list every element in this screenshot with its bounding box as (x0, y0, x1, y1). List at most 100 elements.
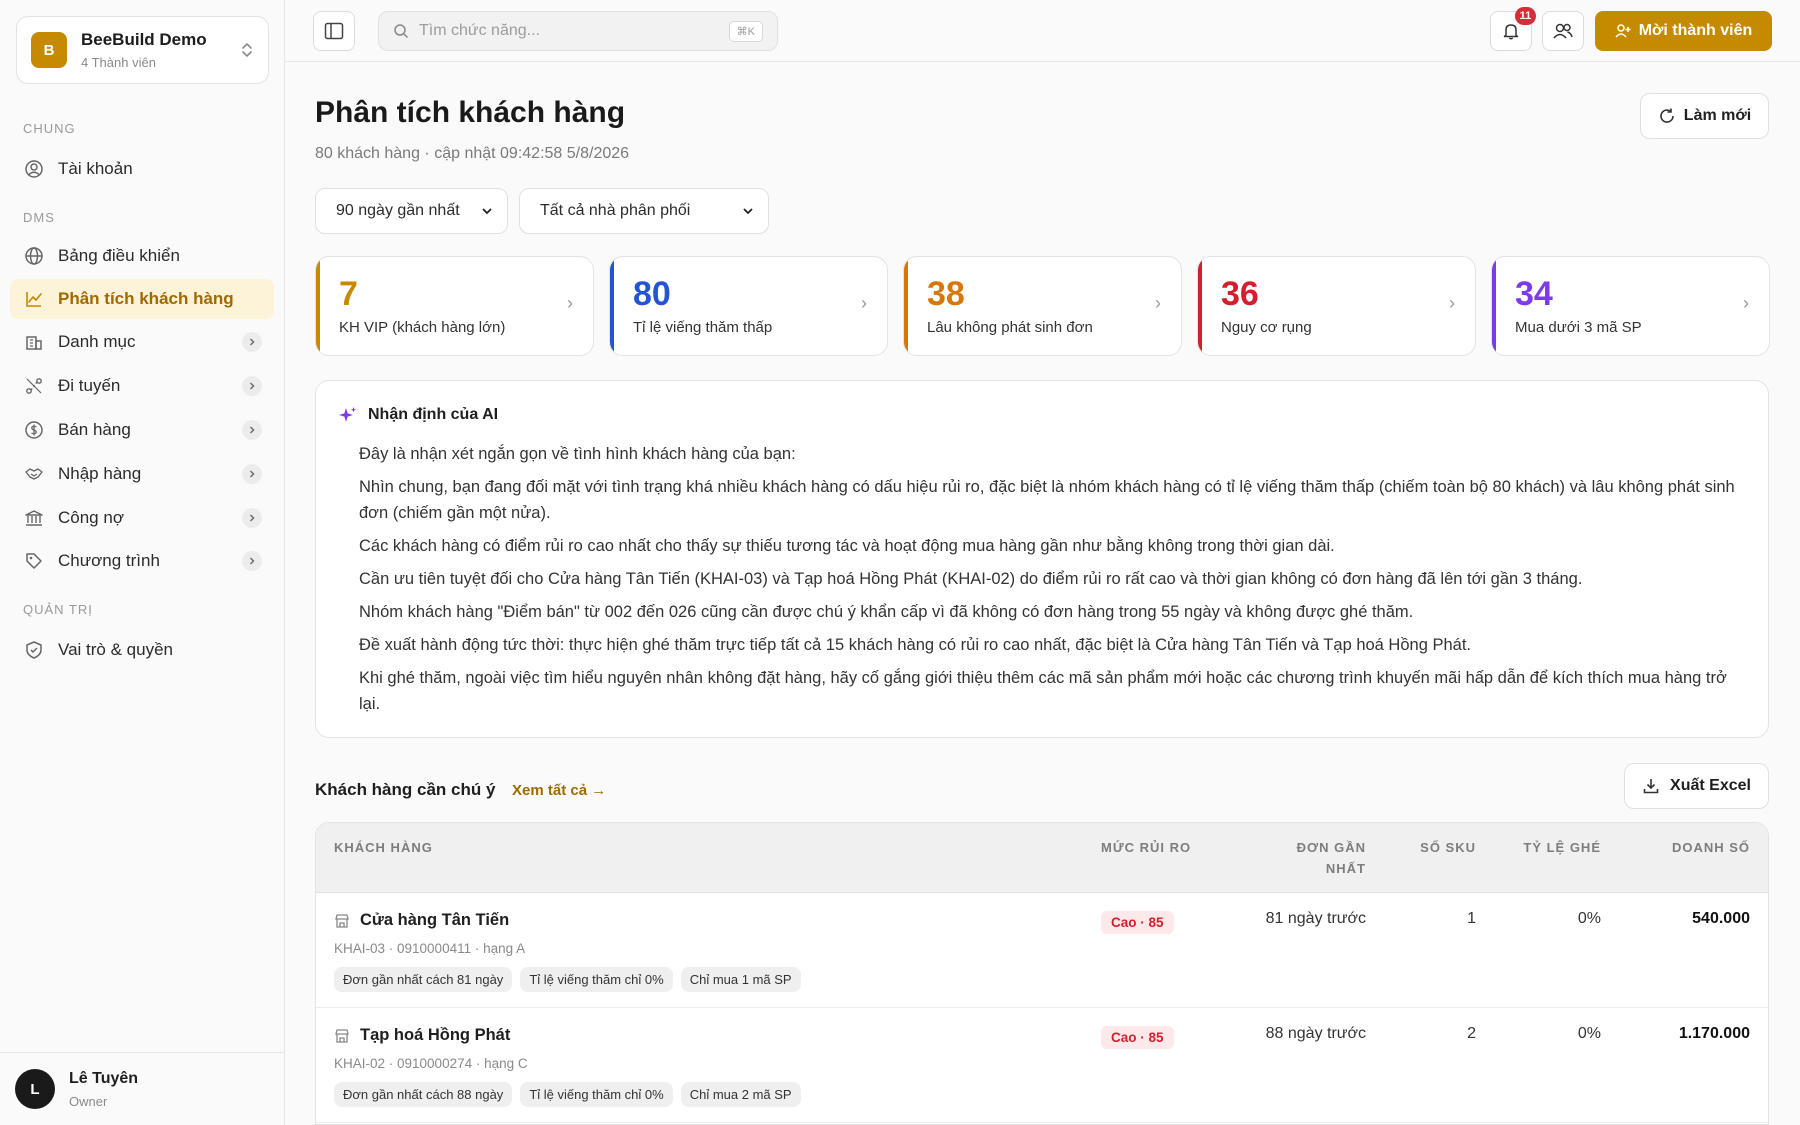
reason-tag: Tỉ lệ viếng thăm chỉ 0% (520, 967, 673, 992)
store-icon (335, 1028, 349, 1043)
search-input[interactable]: Tìm chức năng... ⌘K (378, 11, 778, 51)
shortcut-hint: ⌘K (728, 20, 763, 42)
revenue-cell: 1.170.000 (1678, 1025, 1750, 1042)
sku-cell: 2 (1467, 1025, 1476, 1042)
sidebar-item-catalog[interactable]: Danh mục (10, 322, 274, 362)
chevron-right-icon[interactable] (242, 332, 262, 352)
col-last-order[interactable]: ĐƠN GẦN NHẤT (1297, 840, 1366, 876)
sidebar-item-label: Danh mục (58, 332, 136, 351)
view-all-link[interactable]: Xem tất cả → (512, 782, 606, 799)
sidebar-item-account[interactable]: Tài khoản (10, 149, 274, 189)
kpi-card-vip[interactable]: 7 KH VIP (khách hàng lớn) › (315, 256, 594, 356)
reason-tag: Chỉ mua 2 mã SP (680, 1082, 801, 1107)
col-last-order-line1: ĐƠN GẦN (1296, 840, 1366, 855)
members-button[interactable] (1542, 11, 1584, 51)
refresh-button[interactable]: Làm mới (1640, 93, 1769, 139)
ai-line: Nhìn chung, bạn đang đối mặt với tình tr… (359, 478, 1735, 522)
chart-line-icon (26, 292, 42, 307)
reason-tag: Đơn gần nhất cách 88 ngày (334, 1082, 513, 1107)
ai-insights-card: Nhận định của AI Đây là nhận xét ngắn gọ… (315, 380, 1769, 738)
col-customer[interactable]: KHÁCH HÀNG (334, 840, 433, 855)
distributor-select[interactable]: Tất cả nhà phân phối (519, 188, 769, 234)
shield-icon (26, 641, 42, 659)
chevron-right-icon[interactable] (242, 551, 262, 571)
sidebar-item-dashboard[interactable]: Bảng điều khiển (10, 236, 274, 276)
sidebar-item-label: Tài khoản (58, 159, 133, 178)
chevron-right-icon[interactable] (242, 420, 262, 440)
table-row[interactable]: Tạp hoá Hồng Phát KHAI-02 · 0910000274 ·… (316, 1008, 1768, 1123)
invite-label: Mời thành viên (1638, 22, 1753, 39)
customer-name[interactable]: Tạp hoá Hồng Phát (360, 1026, 510, 1045)
sidebar-item-debts[interactable]: Công nợ (10, 498, 274, 538)
chevron-right-icon[interactable] (242, 376, 262, 396)
export-excel-button[interactable]: Xuất Excel (1624, 763, 1769, 809)
panel-left-icon (324, 22, 344, 40)
user-profile[interactable]: L Lê Tuyên Owner (0, 1052, 285, 1125)
notifications-button[interactable]: 11 (1490, 7, 1536, 51)
col-risk[interactable]: MỨC RỦI RO (1101, 840, 1191, 855)
kpi-accent-bar (1492, 257, 1496, 355)
section-title: Khách hàng cần chú ý (315, 780, 496, 799)
nav-section-dms: DMS (23, 210, 55, 225)
sidebar-item-label: Công nợ (58, 508, 124, 527)
sidebar-item-roles[interactable]: Vai trò & quyền (10, 630, 274, 670)
sidebar-toggle-button[interactable] (313, 11, 355, 51)
sidebar-item-routes[interactable]: Đi tuyến (10, 366, 274, 406)
sidebar-item-programs[interactable]: Chương trình (10, 541, 274, 581)
user-role: Owner (69, 1093, 108, 1109)
kpi-label: Nguy cơ rụng (1221, 319, 1312, 336)
col-sku[interactable]: SỐ SKU (1420, 840, 1476, 855)
customer-name[interactable]: Cửa hàng Tân Tiến (360, 911, 509, 930)
store-icon (335, 913, 349, 928)
customer-meta: KHAI-03 · 0910000411 · hạng A (334, 941, 526, 956)
chevron-right-icon[interactable] (242, 508, 262, 528)
chevron-right-icon[interactable] (242, 464, 262, 484)
sidebar-item-sales[interactable]: Bán hàng (10, 410, 274, 450)
sidebar-item-label: Bán hàng (58, 420, 131, 439)
sku-cell: 1 (1467, 910, 1476, 927)
kpi-value: 36 (1221, 275, 1259, 313)
chevron-right-icon: › (1155, 293, 1161, 313)
search-icon (394, 24, 409, 39)
sidebar-item-purchasing[interactable]: Nhập hàng (10, 454, 274, 494)
period-select[interactable]: 90 ngày gần nhất (315, 188, 508, 234)
kpi-card-low-visit[interactable]: 80 Tỉ lệ viếng thăm thấp › (609, 256, 888, 356)
table-row[interactable]: Cửa hàng Tân Tiến KHAI-03 · 0910000411 ·… (316, 893, 1768, 1008)
kpi-value: 34 (1515, 275, 1553, 313)
ai-line: Nhóm khách hàng "Điểm bán" từ 002 đến 02… (359, 603, 1414, 621)
kpi-accent-bar (316, 257, 320, 355)
visit-rate-cell: 0% (1577, 910, 1601, 927)
kpi-card-few-sku[interactable]: 34 Mua dưới 3 mã SP › (1491, 256, 1770, 356)
last-order-cell: 81 ngày trước (1265, 910, 1366, 927)
kpi-accent-bar (904, 257, 908, 355)
kpi-card-no-orders[interactable]: 38 Lâu không phát sinh đơn › (903, 256, 1182, 356)
export-label: Xuất Excel (1670, 777, 1751, 794)
col-revenue[interactable]: DOANH SỐ (1672, 840, 1750, 855)
ai-line: Cần ưu tiên tuyệt đối cho Cửa hàng Tân T… (359, 570, 1583, 588)
kpi-label: Tỉ lệ viếng thăm thấp (633, 319, 773, 336)
avatar: L (15, 1069, 55, 1109)
user-plus-icon (1615, 24, 1631, 38)
globe-icon (25, 247, 43, 265)
kpi-card-churn-risk[interactable]: 36 Nguy cơ rụng › (1197, 256, 1476, 356)
page-title: Phân tích khách hàng (315, 96, 626, 129)
kpi-value: 80 (633, 275, 671, 313)
reason-tag: Đơn gần nhất cách 81 ngày (334, 967, 513, 992)
org-switcher[interactable]: B BeeBuild Demo 4 Thành viên (16, 16, 269, 84)
revenue-cell: 540.000 (1692, 910, 1750, 927)
col-last-order-line2: NHẤT (1325, 861, 1366, 876)
risk-badge: Cao · 85 (1101, 1026, 1174, 1049)
sparkles-icon (339, 407, 356, 422)
topbar: Tìm chức năng... ⌘K 11 Mời thành viên (285, 0, 1800, 62)
refresh-icon (1660, 108, 1674, 123)
handshake-icon (25, 468, 43, 480)
col-visit-rate[interactable]: TỶ LỆ GHÉ (1523, 840, 1601, 855)
sidebar-item-customer-analytics[interactable]: Phân tích khách hàng (10, 279, 274, 319)
invite-member-button[interactable]: Mời thành viên (1595, 11, 1772, 51)
bank-icon (25, 510, 43, 526)
reason-tag: Chỉ mua 1 mã SP (680, 967, 801, 992)
dollar-circle-icon (25, 421, 43, 439)
chevron-right-icon: › (1743, 293, 1749, 313)
chevron-up-down-icon (242, 43, 252, 57)
attention-table: KHÁCH HÀNG MỨC RỦI RO ĐƠN GẦN NHẤT SỐ SK… (315, 822, 1769, 1125)
